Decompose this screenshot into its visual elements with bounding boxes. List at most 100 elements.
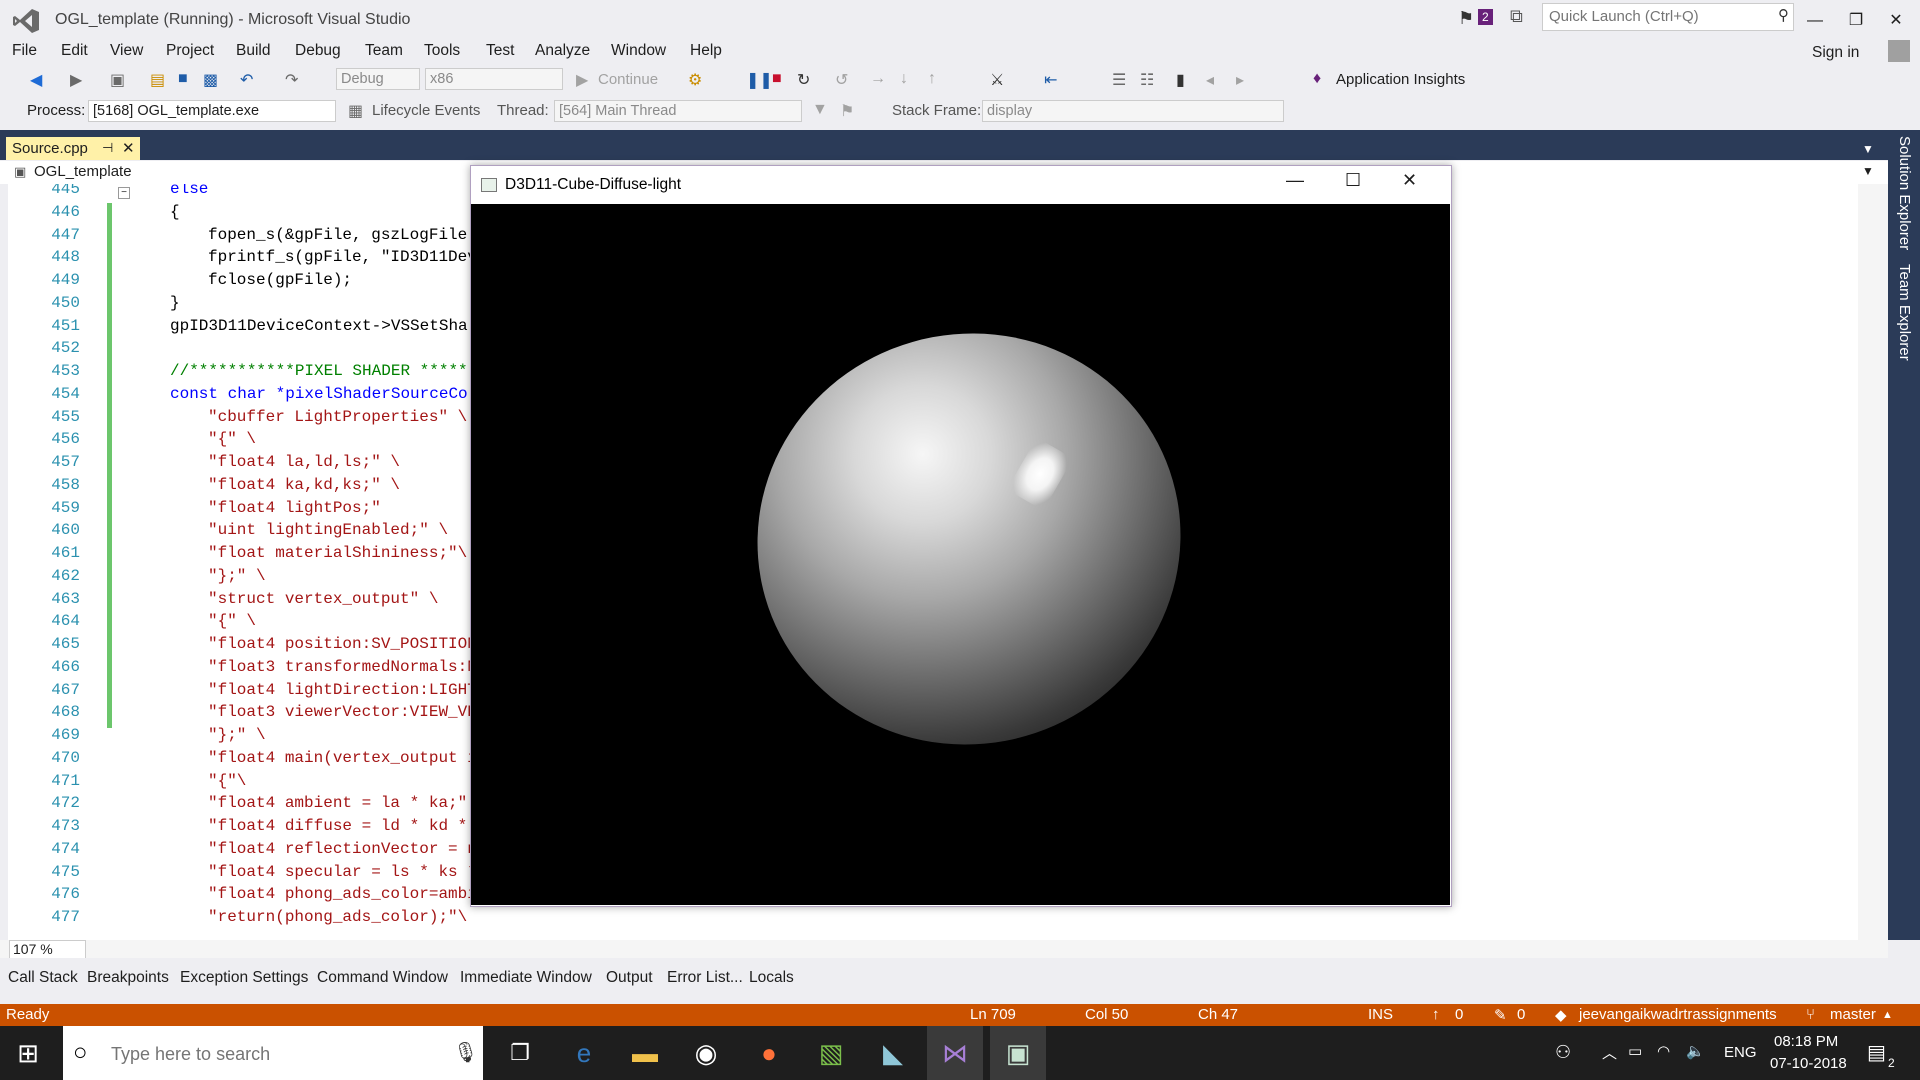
minimize-button[interactable]: — [1795,6,1835,36]
break-all-icon[interactable]: ❚❚ [746,70,773,90]
groove-music-icon[interactable]: ◉ [678,1026,734,1080]
filter-icon[interactable]: ▼ [812,101,828,119]
visual-studio-taskbar-icon[interactable]: ⋈ [927,1026,983,1080]
push-arrow-icon[interactable]: ↑ [1432,1006,1440,1023]
pencil-icon[interactable]: ✎ [1494,1006,1507,1024]
branch-up-arrow-icon[interactable]: ▲ [1882,1009,1893,1021]
tab-output[interactable]: Output [606,969,653,987]
undo-icon[interactable]: ↶ [240,70,253,90]
menu-project[interactable]: Project [166,42,214,60]
tab-breakpoints[interactable]: Breakpoints [87,969,169,987]
solution-configuration-select[interactable]: Debug [336,68,420,90]
task-view-icon[interactable]: ❐ [492,1026,548,1080]
firefox-icon[interactable]: ● [741,1026,797,1080]
d3d-close-button[interactable]: ✕ [1402,170,1417,191]
account-avatar-icon[interactable] [1888,40,1910,62]
tab-overflow-icon[interactable]: ▼ [1862,142,1874,156]
step-out-icon[interactable]: ↑ [928,70,936,88]
stop-debugging-icon[interactable]: ■ [772,70,782,88]
image-app-icon[interactable]: ▧ [803,1026,859,1080]
menu-view[interactable]: View [110,42,143,60]
forward-icon[interactable]: ▶ [70,70,82,90]
start-windows-icon[interactable]: ⊞ [0,1026,56,1080]
new-project-icon[interactable]: ▣ [110,70,125,90]
uncomment-icon[interactable]: ☷ [1140,70,1154,90]
close-button[interactable]: ✕ [1876,6,1916,36]
quick-launch-input[interactable] [1543,4,1759,28]
clock-time[interactable]: 08:18 PM [1774,1033,1838,1050]
edge-browser-icon[interactable]: e [556,1026,612,1080]
tab-locals[interactable]: Locals [749,969,794,987]
input-language[interactable]: ENG [1724,1044,1757,1061]
people-icon[interactable]: ⚇ [1555,1042,1571,1063]
continue-play-icon[interactable]: ▶ [576,70,588,90]
menu-debug[interactable]: Debug [295,42,341,60]
paint-app-icon[interactable]: ◣ [865,1026,921,1080]
solution-platform-select[interactable]: x86 [425,68,563,90]
taskbar-search-box[interactable]: ○ 🎙 [63,1026,483,1080]
back-icon[interactable]: ◀ [30,70,42,90]
pending-changes-count[interactable]: 0 [1517,1006,1525,1023]
process-select[interactable]: [5168] OGL_template.exe [88,100,336,122]
taskbar-search-input[interactable] [109,1041,433,1067]
tab-team-explorer[interactable]: Team Explorer [1896,264,1913,361]
restore-button[interactable]: ❐ [1836,6,1876,36]
vertical-scrollbar[interactable] [1858,184,1888,940]
menu-edit[interactable]: Edit [61,42,88,60]
d3d-render-canvas[interactable] [471,204,1450,905]
save-all-icon[interactable]: ▩ [203,70,218,90]
pin-icon[interactable]: ⊣ [102,140,113,156]
file-explorer-icon[interactable]: ▬ [617,1026,673,1080]
continue-button[interactable]: Continue [598,71,658,88]
tab-exception-settings[interactable]: Exception Settings [180,969,308,987]
prev-bookmark-icon[interactable]: ◂ [1206,70,1214,90]
d3d-minimize-button[interactable]: — [1286,170,1304,191]
attach-icon[interactable]: ⚙ [688,70,702,90]
indent-icon[interactable]: ⇤ [1044,70,1057,90]
notifications-flag-icon[interactable]: ⚑ [1458,8,1474,29]
tab-call-stack[interactable]: Call Stack [8,969,78,987]
search-icon[interactable]: ⚲ [1778,6,1789,24]
menu-build[interactable]: Build [236,42,270,60]
show-hidden-icons-icon[interactable]: ︿ [1602,1042,1617,1063]
d3d-maximize-button[interactable]: ☐ [1345,170,1361,191]
nav-scope-select[interactable]: OGL_template [34,163,132,180]
microphone-icon[interactable]: 🎙 [453,1040,478,1065]
redo-icon[interactable]: ↷ [285,70,298,90]
nav-dropdown-icon[interactable]: ▼ [1862,164,1874,178]
tab-error-list[interactable]: Error List... [667,969,743,987]
show-next-statement-icon[interactable]: ↺ [835,70,848,90]
tab-immediate-window[interactable]: Immediate Window [460,969,592,987]
flag-threads-icon[interactable]: ⚑ [840,101,854,121]
action-center-count[interactable]: 2 [1888,1056,1895,1070]
repository-name[interactable]: jeevangaikwadrtrassignments [1579,1006,1777,1023]
battery-icon[interactable]: ▭ [1628,1042,1642,1060]
tab-command-window[interactable]: Command Window [317,969,448,987]
branch-name[interactable]: master [1830,1006,1876,1023]
feedback-icon[interactable]: ⧉ [1510,6,1523,27]
thread-select[interactable]: [564] Main Thread [554,100,802,122]
close-tab-icon[interactable]: ✕ [122,139,135,157]
clock-date[interactable]: 07-10-2018 [1770,1055,1847,1072]
quick-launch-box[interactable]: ⚲ [1542,3,1794,31]
step-into-icon[interactable]: → [870,70,886,88]
save-icon[interactable]: ■ [178,70,188,88]
breakpoint-toggle-icon[interactable]: ⚔ [990,70,1004,90]
menu-help[interactable]: Help [690,42,722,60]
tab-solution-explorer[interactable]: Solution Explorer [1896,136,1913,250]
app-insights-icon[interactable]: ♦ [1313,70,1321,88]
d3d-app-taskbar-icon[interactable]: ▣ [990,1026,1046,1080]
open-file-icon[interactable]: ▤ [150,70,165,90]
unpushed-count[interactable]: 0 [1455,1006,1463,1023]
volume-icon[interactable]: 🔈 [1686,1042,1705,1060]
horizontal-scrollbar[interactable] [0,940,1888,958]
collapse-toggle-icon[interactable]: − [118,187,130,199]
application-insights-button[interactable]: Application Insights [1336,71,1465,88]
menu-analyze[interactable]: Analyze [535,42,590,60]
menu-window[interactable]: Window [611,42,666,60]
wifi-icon[interactable]: ◠ [1657,1042,1670,1060]
menu-tools[interactable]: Tools [424,42,460,60]
notifications-count-badge[interactable]: 2 [1478,9,1493,25]
step-over-icon[interactable]: ↓ [900,70,908,88]
stack-frame-select[interactable]: display [982,100,1284,122]
